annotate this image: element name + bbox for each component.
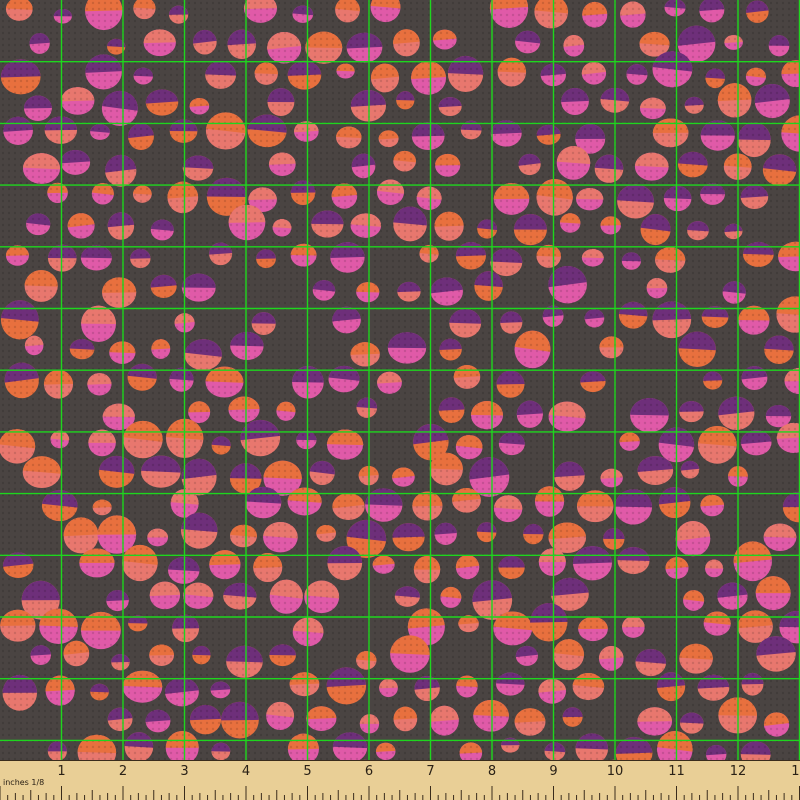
fabric-texture xyxy=(0,0,800,760)
ruler-number: 13 xyxy=(791,764,800,779)
ruler-number: 12 xyxy=(730,764,747,779)
ruler-number: 11 xyxy=(668,764,685,779)
ruler-unit-label: inches 1/8 xyxy=(3,778,44,787)
fabric-preview: inches 1/8 12345678910111213 xyxy=(0,0,800,800)
ruler-number: 4 xyxy=(242,764,250,779)
ruler-number: 3 xyxy=(180,764,188,779)
ruler-number: 5 xyxy=(303,764,311,779)
ruler-number: 6 xyxy=(365,764,373,779)
ruler-number: 1 xyxy=(57,764,65,779)
ruler-number: 7 xyxy=(426,764,434,779)
ruler-number: 2 xyxy=(119,764,127,779)
fabric-swatch xyxy=(0,0,800,760)
ruler-number: 9 xyxy=(549,764,557,779)
ruler-number: 8 xyxy=(488,764,496,779)
ruler-number: 10 xyxy=(607,764,624,779)
ruler: inches 1/8 12345678910111213 xyxy=(0,760,800,800)
